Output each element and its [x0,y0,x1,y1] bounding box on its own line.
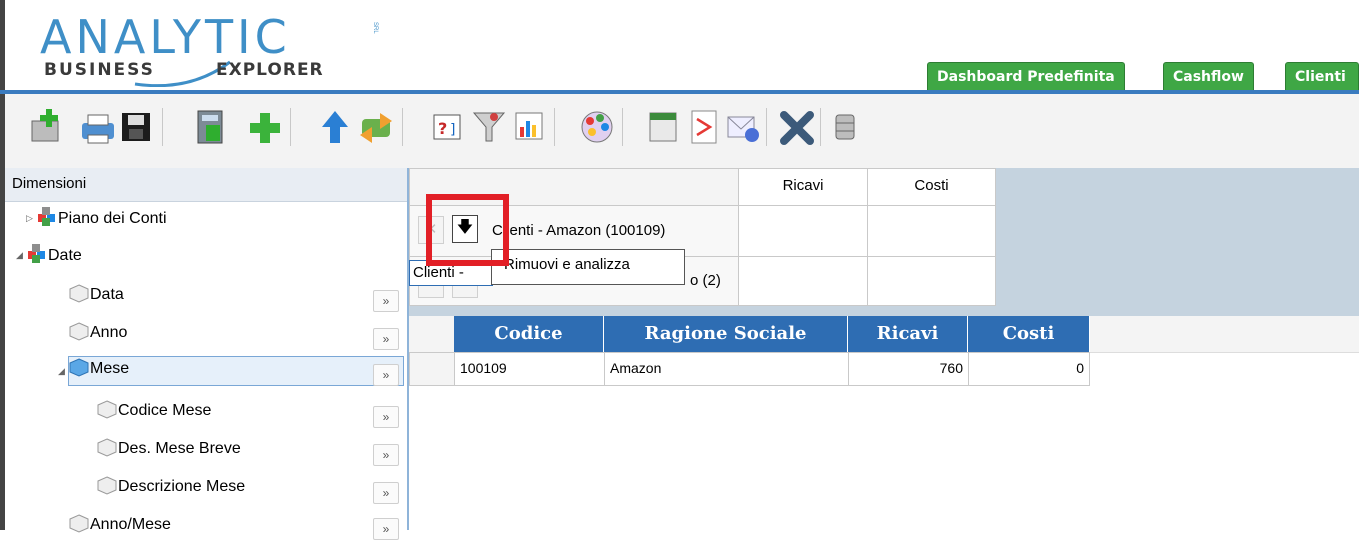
column-header-costi[interactable]: Costi [968,316,1090,352]
column-header-ragione-sociale[interactable]: Ragione Sociale [604,316,848,352]
tree-item-des-mese-breve[interactable]: Des. Mese Breve [96,434,241,464]
calculator-icon[interactable] [192,107,230,147]
dimensions-title: Dimensioni [12,175,87,192]
pivot-cell [867,256,996,306]
toolbar-separator [622,108,623,146]
pivot-cell [738,205,868,257]
tree-item-codice-mese[interactable]: Codice Mese [96,396,211,426]
add-report-icon[interactable] [28,107,66,147]
toolbar-separator [554,108,555,146]
toolbar-separator [162,108,163,146]
cube-icon [97,438,117,457]
logo-title: ANALYTIC [40,10,291,64]
pivot-col-ricavi: Ricavi [738,168,868,206]
column-header-ricavi[interactable]: Ricavi [848,316,968,352]
tree-item-label: Anno/Mese [90,516,171,533]
tree-item-label: Data [90,286,124,303]
cell-ragione-sociale[interactable]: Amazon [604,352,849,386]
cube-icon [97,476,117,495]
cube-icon [69,514,89,533]
collapsed-arrow-icon[interactable]: ▷ [26,213,33,224]
tree-item-label: Des. Mese Breve [118,440,241,457]
upload-icon[interactable] [318,107,356,147]
toolbar-separator [402,108,403,146]
row-selector[interactable] [409,352,455,386]
pivot-row1-label: Clienti - Amazon (100109) [492,222,666,239]
calendar-icon[interactable] [644,107,682,147]
svg-text:?: ? [438,119,447,138]
column-header-codice[interactable]: Codice [454,316,604,352]
cube-icon [97,400,117,419]
tab-dashboard-predefinita[interactable]: Dashboard Predefinita [927,62,1125,90]
cube-icon [69,322,89,341]
highlight-box [426,194,509,266]
pivot-col-costi: Costi [867,168,996,206]
pdf-icon[interactable] [686,107,724,147]
tree-item-mese[interactable]: Mese [68,354,129,384]
logo-srl: SRL [372,22,378,34]
toolbar-separator [766,108,767,146]
expanded-arrow-icon[interactable]: ◢ [58,366,65,377]
tree-item-label: Descrizione Mese [118,478,246,495]
tree-item-label: Mese [90,360,130,377]
refresh-icon[interactable] [358,107,396,147]
tree-item-anno[interactable]: Anno [68,318,127,348]
tree-item-label: Date [48,247,82,264]
help-icon[interactable]: ?] [428,107,466,147]
expanded-arrow-icon[interactable]: ◢ [16,250,23,261]
delete-icon[interactable] [778,107,816,147]
tree-item-data[interactable]: Data [68,280,124,310]
print-icon[interactable] [78,107,116,147]
cube-icon [69,358,89,377]
expand-button[interactable]: » [373,518,399,540]
tree-item-piano-dei-conti[interactable]: Piano dei Conti [36,204,167,234]
add-icon[interactable] [246,107,284,147]
cell-ricavi[interactable]: 760 [848,352,969,386]
svg-text:]: ] [450,122,455,138]
cubes-icon [38,207,55,226]
tab-clienti[interactable]: Clienti [1285,62,1359,90]
toolbar-separator [290,108,291,146]
cell-costi[interactable]: 0 [968,352,1090,386]
tree-item-descrizione-mese[interactable]: Descrizione Mese [96,472,245,502]
pivot-cell [867,205,996,257]
palette-icon[interactable] [578,107,616,147]
chart-icon[interactable] [510,107,548,147]
tree-item-label: Anno [90,324,128,341]
expand-button[interactable]: » [373,406,399,428]
pivot-cell [738,256,868,306]
tab-cashflow[interactable]: Cashflow [1163,62,1254,90]
tree-item-label: Codice Mese [118,402,212,419]
cell-codice[interactable]: 100109 [454,352,605,386]
tree-item-label: Piano dei Conti [58,210,167,227]
email-icon[interactable] [724,107,762,147]
database-icon[interactable] [826,107,864,147]
cube-icon [69,284,89,303]
logo-sub-left: BUSINESS [44,60,155,80]
tree-item-date[interactable]: Date [26,241,82,271]
app-logo: ANALYTIC BUSINESS EXPLORER SRL [40,10,380,87]
expand-button[interactable]: » [373,444,399,466]
tooltip: Rimuovi e analizza [491,249,685,285]
filter-icon[interactable] [470,107,508,147]
expand-button[interactable]: » [373,482,399,504]
expand-button[interactable]: » [373,290,399,312]
pivot-row2-label-right: o (2) [690,272,721,289]
toolbar-separator [820,108,821,146]
tree-item-anno-mese[interactable]: Anno/Mese [68,510,171,540]
expand-button[interactable]: » [373,328,399,350]
expand-button[interactable]: » [373,364,399,386]
logo-sub-right: EXPLORER [216,60,324,80]
cubes-icon [28,244,45,263]
save-icon[interactable] [118,107,156,147]
